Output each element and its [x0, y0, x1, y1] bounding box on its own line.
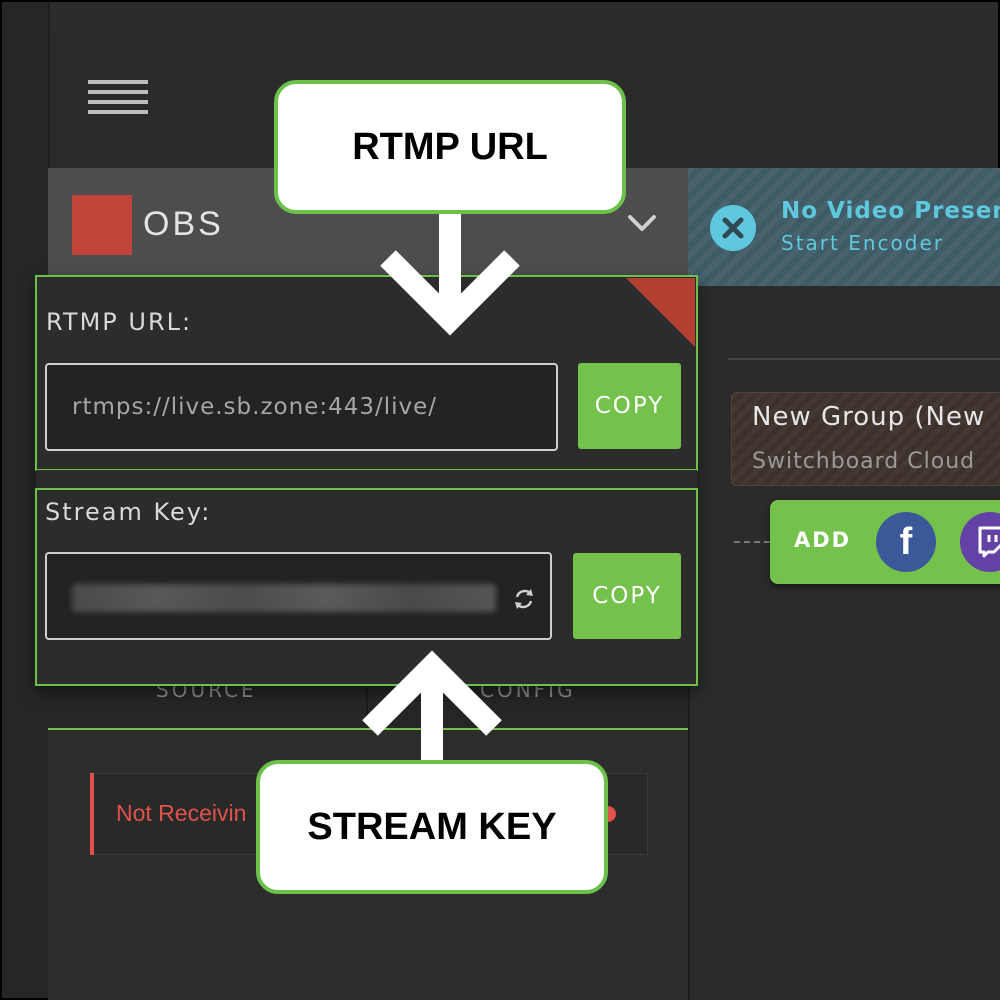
banner-title: No Video Presen	[781, 198, 1000, 224]
chevron-down-icon[interactable]	[624, 205, 660, 241]
rtmp-url-value: rtmps://live.sb.zone:443/live/	[72, 394, 438, 420]
source-name: OBS	[143, 205, 224, 243]
rtmp-url-callout: RTMP URL	[274, 80, 626, 214]
copy-stream-key-button[interactable]: COPY	[573, 553, 681, 639]
add-label: ADD	[794, 528, 852, 552]
close-circle-icon	[710, 205, 756, 251]
facebook-glyph: f	[899, 521, 913, 563]
stream-key-obscured-value	[72, 584, 496, 612]
arrow-down-icon	[380, 210, 520, 336]
stream-key-callout: STREAM KEY	[256, 760, 608, 894]
popup-gap	[36, 470, 697, 488]
refresh-icon[interactable]	[510, 585, 538, 613]
copy-rtmp-button[interactable]: COPY	[578, 363, 681, 449]
status-accent	[90, 773, 94, 855]
hamburger-menu-icon[interactable]	[88, 80, 148, 114]
rtmp-url-label: RTMP URL:	[46, 308, 193, 336]
source-color-swatch	[72, 195, 132, 255]
receive-status-text: Not Receivin	[116, 800, 247, 826]
group-name: New Group (New	[752, 402, 986, 432]
stream-key-label: Stream Key:	[45, 498, 212, 526]
group-destination: Switchboard Cloud	[752, 449, 976, 474]
connector-line	[734, 541, 770, 543]
twitch-icon[interactable]	[960, 512, 1000, 572]
divider	[728, 358, 1000, 360]
start-encoder-link[interactable]: Start Encoder	[781, 231, 944, 255]
